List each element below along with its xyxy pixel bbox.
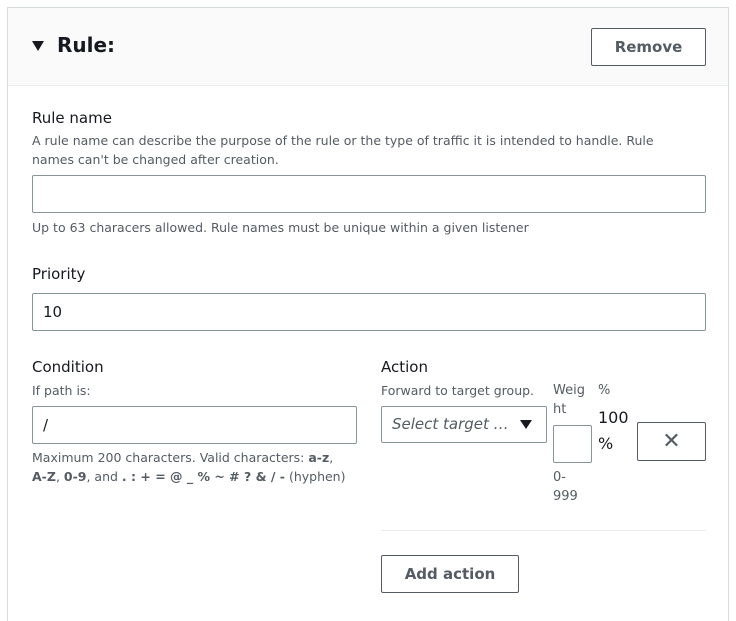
condition-hint: Maximum 200 characters. Valid characters… <box>32 448 352 486</box>
target-group-select[interactable]: Select target … <box>381 406 547 443</box>
remove-rule-button[interactable]: Remove <box>591 28 706 66</box>
rule-panel: Rule: Remove Rule name A rule name can d… <box>7 7 729 621</box>
weight-range-line1: 0- <box>553 470 566 485</box>
close-icon: ✕ <box>662 429 681 454</box>
condition-label: Condition <box>32 358 104 376</box>
rule-title[interactable]: Rule: <box>57 32 115 58</box>
target-group-select-placeholder: Select target … <box>392 415 509 433</box>
condition-hint-prefix: Maximum 200 characters. Valid characters… <box>32 450 309 465</box>
weight-input[interactable] <box>553 425 592 463</box>
priority-input[interactable] <box>32 293 706 331</box>
rule-name-label: Rule name <box>32 109 112 127</box>
rule-name-description: A rule name can describe the purpose of … <box>32 133 654 167</box>
condition-hint-chars-digits: 0-9 <box>63 469 87 484</box>
percent-header: % <box>598 383 611 398</box>
rule-name-input[interactable] <box>32 175 706 213</box>
action-divider <box>381 530 706 531</box>
action-label: Action <box>381 358 428 376</box>
priority-label: Priority <box>32 265 86 283</box>
rule-name-hint: Up to 63 characers allowed. Rule names m… <box>32 220 529 235</box>
condition-description: If path is: <box>32 383 91 398</box>
condition-hint-sep-3: , and <box>86 469 122 484</box>
weight-label-line1: Weig <box>553 383 585 398</box>
remove-action-button[interactable]: ✕ <box>637 422 706 461</box>
condition-hint-sep-2: , <box>55 469 64 484</box>
path-condition-input[interactable] <box>32 406 357 444</box>
condition-hint-chars-symbols: . : + = @ _ % ~ # ? & / - <box>121 469 285 484</box>
condition-hint-chars-uppercase: A-Z <box>32 469 56 484</box>
condition-hint-chars-lowercase: a-z <box>308 450 330 465</box>
weight-label-line2: ht <box>553 402 567 417</box>
percent-value: 100 <box>598 408 629 427</box>
rule-panel-header: Rule: Remove <box>8 8 728 86</box>
condition-hint-sep-1: , <box>329 450 334 465</box>
weight-range-line2: 999 <box>553 489 578 504</box>
caret-down-icon[interactable] <box>32 41 44 51</box>
add-action-button[interactable]: Add action <box>381 555 519 593</box>
action-description: Forward to target group. <box>381 383 535 398</box>
condition-hint-suffix: (hyphen) <box>284 469 346 484</box>
percent-unit: % <box>598 434 614 453</box>
caret-down-icon <box>520 420 532 429</box>
